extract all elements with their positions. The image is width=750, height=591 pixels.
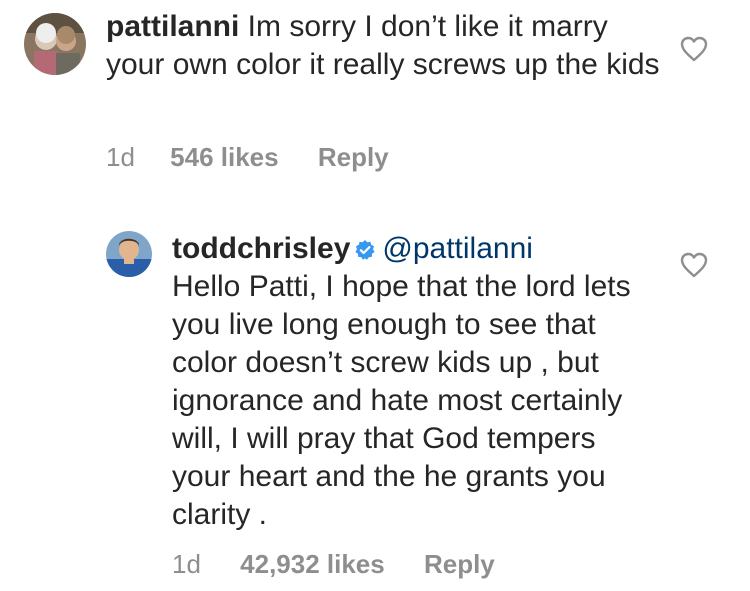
avatar-photo-icon <box>24 13 86 75</box>
comment-body: pattilanni Im sorry I don’t like it marr… <box>106 8 666 84</box>
comment-username[interactable]: pattilanni <box>106 10 239 43</box>
comment-meta: 1d 546 likes Reply <box>106 142 389 173</box>
comment-time: 1d <box>106 142 135 172</box>
comment-text: Hello Patti, I hope that the lord lets y… <box>172 270 631 531</box>
mention-link[interactable]: @pattilanni <box>382 232 533 265</box>
avatar-photo-icon <box>106 231 152 277</box>
comments-thread: pattilanni Im sorry I don’t like it marr… <box>0 0 750 591</box>
reply-button[interactable]: Reply <box>318 142 389 173</box>
comment-likes[interactable]: 546 likes <box>170 142 278 173</box>
avatar-toddchrisley[interactable] <box>106 231 152 277</box>
comment-likes[interactable]: 42,932 likes <box>240 549 385 580</box>
comment-body: toddchrisley @pattilanni Hello Patti, I … <box>172 230 652 534</box>
reply-button[interactable]: Reply <box>424 549 495 580</box>
verified-badge-icon <box>355 240 375 260</box>
comment-meta: 1d 42,932 likes Reply <box>172 549 495 580</box>
heart-outline-icon[interactable] <box>680 252 708 278</box>
comment-time: 1d <box>172 549 201 579</box>
avatar-pattilanni[interactable] <box>24 13 86 75</box>
heart-outline-icon[interactable] <box>680 36 708 62</box>
comment-username[interactable]: toddchrisley <box>172 232 350 265</box>
